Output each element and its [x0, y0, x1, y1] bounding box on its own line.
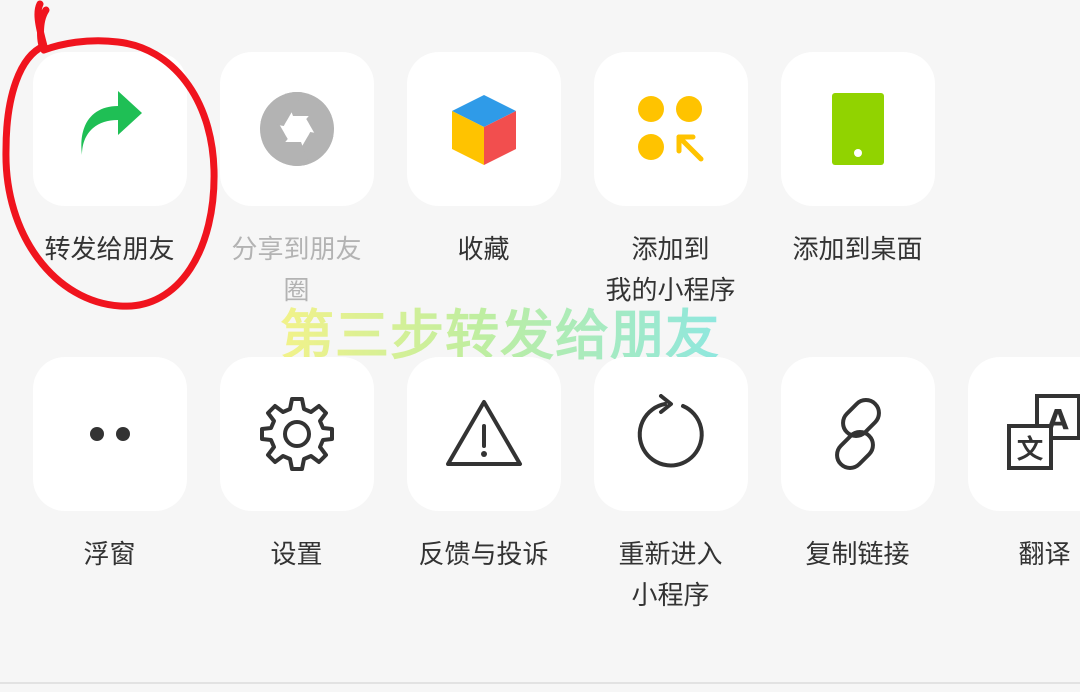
feedback-action[interactable]: 反馈与投诉: [390, 357, 577, 576]
action-tile[interactable]: [780, 357, 935, 511]
gear-icon: [259, 397, 334, 471]
warning-triangle-icon: [445, 400, 522, 466]
mini-program-dots-icon: [637, 96, 703, 162]
action-tile[interactable]: [406, 357, 561, 511]
phone-desktop-icon: [831, 93, 884, 165]
action-tile[interactable]: [593, 52, 748, 206]
svg-text:文: 文: [1016, 434, 1043, 465]
share-row: 转发给朋友 分享到朋友 圈 收藏 添加到 我的小程序 添加到桌面: [0, 52, 1080, 312]
add-to-my-mini-programs-action[interactable]: 添加到 我的小程序: [577, 52, 764, 312]
add-to-desktop-action[interactable]: 添加到桌面: [764, 52, 951, 271]
floating-window-action[interactable]: 浮窗: [16, 357, 203, 576]
forward-to-friend-action[interactable]: 转发给朋友: [16, 52, 203, 271]
action-tile[interactable]: [32, 52, 187, 206]
share-action-sheet: 转发给朋友 分享到朋友 圈 收藏 添加到 我的小程序 添加到桌面 第三步转发给朋…: [0, 0, 1080, 692]
reenter-mini-program-action[interactable]: 重新进入 小程序: [577, 357, 764, 617]
action-label: 转发给朋友: [44, 235, 175, 265]
action-label: 收藏: [457, 235, 510, 265]
action-label: 分享到朋友 圈: [231, 235, 362, 306]
action-label: 重新进入 小程序: [618, 540, 723, 611]
action-label: 添加到桌面: [792, 235, 923, 265]
reload-icon: [637, 394, 704, 468]
action-label: 反馈与投诉: [418, 540, 549, 570]
forward-arrow-icon: [80, 91, 142, 155]
action-tile[interactable]: [780, 52, 935, 206]
settings-action[interactable]: 设置: [203, 357, 390, 576]
action-tile[interactable]: A 文: [967, 357, 1080, 511]
translate-icon: A 文: [1006, 394, 1080, 470]
action-tile[interactable]: [32, 357, 187, 511]
moments-aperture-icon: [259, 92, 334, 166]
bottom-divider: [0, 682, 1080, 684]
action-tile[interactable]: [406, 52, 561, 206]
action-label: 复制链接: [805, 540, 910, 570]
favorite-action[interactable]: 收藏: [390, 52, 577, 271]
tools-row: 浮窗 设置 反馈与投诉 重新进入 小程序 复制链接 A 文 翻译: [0, 357, 1080, 617]
action-label: 设置: [270, 540, 323, 570]
copy-link-action[interactable]: 复制链接: [764, 357, 951, 576]
action-label: 添加到 我的小程序: [605, 235, 736, 306]
action-label: 翻译: [1018, 540, 1071, 570]
action-tile[interactable]: [219, 357, 374, 511]
favorites-cube-icon: [451, 95, 516, 165]
action-tile[interactable]: [593, 357, 748, 511]
floating-window-dots-icon: [89, 427, 130, 441]
link-icon: [834, 398, 881, 470]
translate-action[interactable]: A 文 翻译: [951, 357, 1080, 576]
share-to-moments-action[interactable]: 分享到朋友 圈: [203, 52, 390, 312]
action-tile[interactable]: [219, 52, 374, 206]
action-label: 浮窗: [83, 540, 136, 570]
